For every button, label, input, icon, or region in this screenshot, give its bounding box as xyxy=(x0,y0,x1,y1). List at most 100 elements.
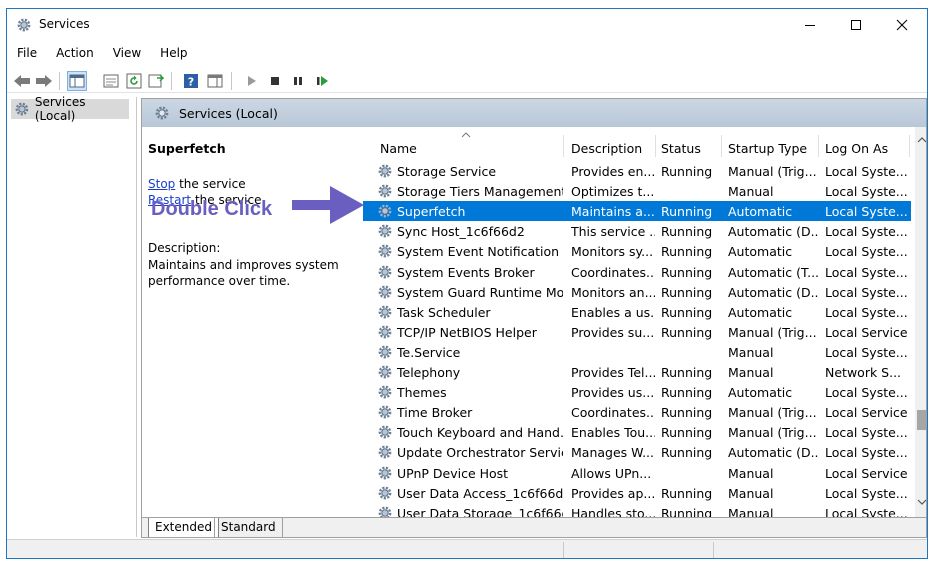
pane-header: Services (Local) xyxy=(142,99,926,127)
table-row[interactable]: Te.Service Manual Local Syste... xyxy=(363,342,911,362)
table-row[interactable]: User Data Storage_1c6f66d2 Handles sto...… xyxy=(363,503,911,517)
menu-view[interactable]: View xyxy=(113,43,141,63)
export-list-button[interactable] xyxy=(146,71,166,91)
scrollbar-thumb[interactable] xyxy=(917,410,926,430)
forward-button[interactable] xyxy=(34,71,54,91)
column-header-description[interactable]: Description xyxy=(571,141,642,156)
cell-startup-type: Automatic (T... xyxy=(728,264,818,280)
column-header-log-on-as[interactable]: Log On As xyxy=(825,141,888,156)
cell-status: Running xyxy=(661,204,713,220)
table-row[interactable]: System Guard Runtime Mo... Monitors an...… xyxy=(363,282,911,302)
service-gear-icon xyxy=(378,385,392,399)
column-divider[interactable] xyxy=(818,135,819,157)
column-divider[interactable] xyxy=(721,135,722,157)
title-bar: Services xyxy=(7,9,927,41)
menu-action[interactable]: Action xyxy=(56,43,94,63)
show-action-pane-button[interactable] xyxy=(205,71,225,91)
column-header-status[interactable]: Status xyxy=(661,141,701,156)
cell-status: Running xyxy=(661,365,713,380)
table-row[interactable]: Storage Service Provides en... Running Manu… xyxy=(363,161,911,181)
scroll-down-icon[interactable] xyxy=(917,499,927,505)
table-row[interactable]: Themes Provides us... Running Automatic Loca… xyxy=(363,382,911,402)
table-row[interactable]: Telephony Provides Tel... Running Manual Net… xyxy=(363,362,911,382)
cell-description: Provides su... xyxy=(571,324,655,340)
stop-link[interactable]: Stop xyxy=(148,177,175,191)
cell-startup-type: Manual (Trig... xyxy=(728,324,817,340)
cell-startup-type: Automatic xyxy=(728,204,793,220)
services-gear-icon xyxy=(17,18,31,32)
scroll-up-icon[interactable] xyxy=(917,137,927,143)
gear-icon xyxy=(15,102,29,116)
table-row[interactable]: Update Orchestrator Service Manages W... R… xyxy=(363,442,911,462)
table-row[interactable]: TCP/IP NetBIOS Helper Provides su... Runni… xyxy=(363,322,911,342)
service-gear-icon xyxy=(378,204,392,218)
description-label: Description: xyxy=(148,241,221,255)
table-row[interactable]: Superfetch Maintains a... Running Automatic… xyxy=(363,201,911,222)
table-row[interactable]: Time Broker Coordinates... Running Manual (… xyxy=(363,402,911,422)
cell-name: System Events Broker xyxy=(397,264,535,280)
minimize-button[interactable] xyxy=(787,9,833,41)
cell-startup-type: Manual (Trig... xyxy=(728,164,817,179)
cell-status: Running xyxy=(661,405,713,421)
cell-log-on-as: Local Syste... xyxy=(825,304,908,320)
close-button[interactable] xyxy=(879,9,925,41)
cell-description: Manages W... xyxy=(571,445,654,461)
cell-status: Running xyxy=(661,485,713,501)
help-button[interactable]: ? xyxy=(181,71,201,91)
restart-service-button[interactable] xyxy=(312,71,332,91)
column-header-name[interactable]: Name xyxy=(380,141,417,156)
menu-file[interactable]: File xyxy=(17,43,37,63)
pause-icon xyxy=(294,77,302,85)
refresh-button[interactable] xyxy=(124,71,144,91)
column-divider[interactable] xyxy=(909,135,910,157)
cell-name: Themes xyxy=(397,385,447,401)
cell-name: Superfetch xyxy=(397,204,466,220)
cell-status: Running xyxy=(661,284,713,300)
column-divider[interactable] xyxy=(563,135,564,157)
table-row[interactable]: Sync Host_1c6f66d2 This service ... Runnin… xyxy=(363,221,911,241)
cell-startup-type: Automatic xyxy=(728,244,793,260)
cell-name: Storage Service xyxy=(397,164,497,179)
stop-service-button[interactable] xyxy=(265,71,285,91)
toolbar-separator xyxy=(171,72,172,90)
cell-description: Coordinates... xyxy=(571,405,655,421)
vertical-scrollbar[interactable] xyxy=(915,127,927,517)
cell-status: Running xyxy=(661,324,713,340)
help-icon: ? xyxy=(184,74,198,89)
cell-name: Time Broker xyxy=(397,405,473,421)
toolbar-separator xyxy=(231,72,232,90)
table-row[interactable]: UPnP Device Host Allows UPn... Manual Local… xyxy=(363,463,911,483)
column-divider[interactable] xyxy=(655,135,656,157)
cell-name: Task Scheduler xyxy=(397,304,491,320)
cell-log-on-as: Local Service xyxy=(825,324,908,340)
cell-name: System Event Notification S... xyxy=(397,244,563,260)
cell-description: Monitors sy... xyxy=(571,244,654,260)
table-row[interactable]: System Events Broker Coordinates... Runnin… xyxy=(363,262,911,282)
table-row[interactable]: Storage Tiers Management Optimizes t... Ma… xyxy=(363,181,911,201)
cell-log-on-as: Local Syste... xyxy=(825,284,908,300)
tree-item-services-local[interactable]: Services (Local) xyxy=(11,95,129,123)
table-row[interactable]: System Event Notification S... Monitors s… xyxy=(363,241,911,261)
cell-description: Allows UPn... xyxy=(571,465,652,481)
cell-status: Running xyxy=(661,425,713,441)
table-row[interactable]: Task Scheduler Enables a us... Running Auto… xyxy=(363,302,911,322)
column-header-startup-type[interactable]: Startup Type xyxy=(728,141,807,156)
cell-startup-type: Manual (Trig... xyxy=(728,405,817,421)
start-service-button[interactable] xyxy=(241,71,261,91)
pause-service-button[interactable] xyxy=(288,71,308,91)
table-row[interactable]: Touch Keyboard and Hand... Enables Tou...… xyxy=(363,422,911,442)
menu-help[interactable]: Help xyxy=(160,43,187,63)
console-tree-icon xyxy=(69,74,85,88)
tab-standard[interactable]: Standard xyxy=(214,518,283,537)
show-hide-console-tree-button[interactable] xyxy=(67,71,87,91)
cell-description: Provides ap... xyxy=(571,485,655,501)
back-button[interactable] xyxy=(12,71,32,91)
table-row[interactable]: User Data Access_1c6f66d2 Provides ap... R… xyxy=(363,483,911,503)
service-gear-icon xyxy=(378,164,392,178)
tab-extended[interactable]: Extended xyxy=(148,518,219,537)
toolbar-separator xyxy=(59,72,60,90)
annotation-arrow-icon xyxy=(292,186,364,224)
properties-button[interactable] xyxy=(101,71,121,91)
maximize-button[interactable] xyxy=(833,9,879,41)
cell-description: Enables Tou... xyxy=(571,425,655,441)
